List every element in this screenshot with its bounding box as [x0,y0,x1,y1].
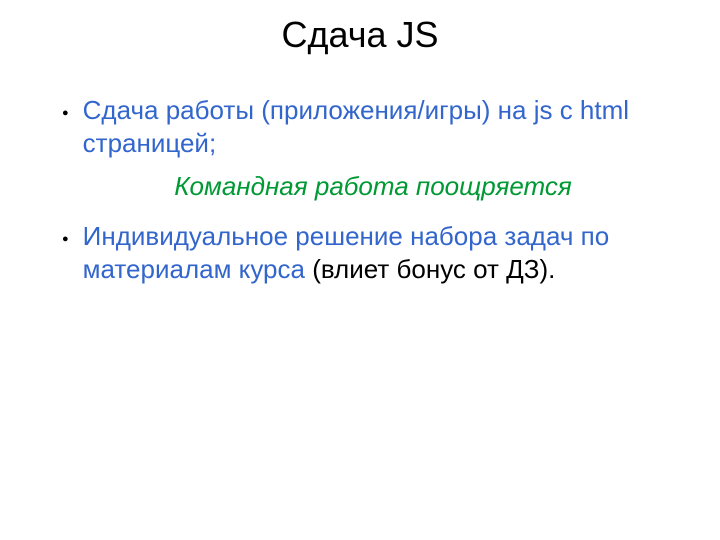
list-item: ● Индивидуальное решение набора задач по… [62,220,684,285]
text-span: (влиет бонус от ДЗ). [312,254,555,284]
bullet-text: Сдача работы (приложения/игры) на js c h… [83,94,684,159]
text-span: Сдача работы (приложения/игры) на js c h… [83,95,629,158]
bullet-text: Индивидуальное решение набора задач по м… [83,220,684,285]
slide-content: ● Сдача работы (приложения/игры) на js c… [36,94,684,285]
slide-title: Сдача JS [36,14,684,56]
quote-line: Командная работа поощряется [62,171,684,202]
bullet-icon: ● [62,234,69,245]
list-item: ● Сдача работы (приложения/игры) на js c… [62,94,684,159]
bullet-icon: ● [62,108,69,119]
